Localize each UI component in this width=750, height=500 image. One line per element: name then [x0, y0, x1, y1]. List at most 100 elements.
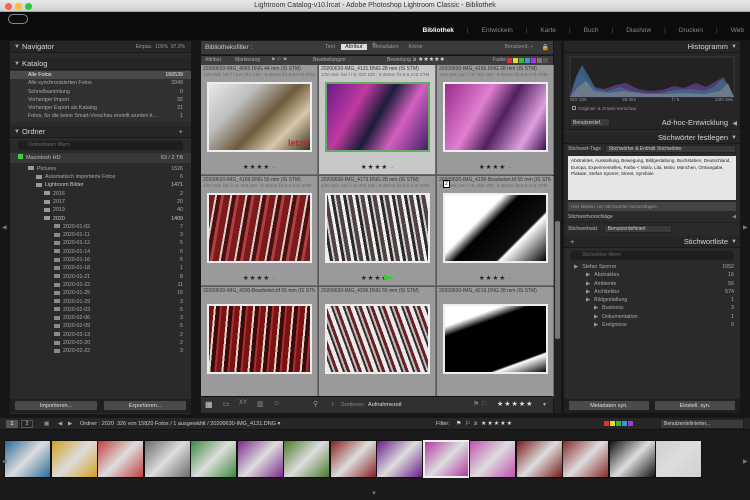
filmstrip-thumbnail[interactable]	[236, 440, 284, 478]
keyword-list-header[interactable]: + Stichwortliste ▼	[564, 236, 740, 248]
collapse-triangle-icon[interactable]: ▼	[731, 41, 737, 53]
filmstrip-thumbnail[interactable]	[329, 440, 377, 478]
module-diashow[interactable]: Diashow	[626, 27, 651, 34]
folder-row[interactable]: 2020-01-21 8	[10, 273, 191, 281]
color-label-chip[interactable]	[513, 58, 518, 63]
filmstrip-thumbnail[interactable]	[655, 440, 702, 478]
color-label-chip[interactable]	[525, 58, 530, 63]
rating-stars[interactable]: ★★★★ ·	[437, 163, 554, 171]
folder-row[interactable]: 2020 1409	[10, 215, 191, 223]
flag-filter[interactable]: Markierung	[235, 56, 260, 65]
grid-cell[interactable]: 20200630-IMG_4200-Bearbeitet.tif 55 mm (…	[201, 287, 318, 397]
color-label-chip[interactable]	[531, 58, 536, 63]
expand-triangle-icon[interactable]: ◀	[732, 211, 736, 223]
expand-triangle-icon[interactable]: ▶	[586, 297, 590, 303]
filmstrip-color-chips[interactable]	[604, 421, 633, 426]
keyword-suggestions-header[interactable]: Stichwortvorschläge ◀	[564, 211, 740, 223]
filter-tab-keine[interactable]: Keine	[405, 44, 427, 50]
module-entwickeln[interactable]: Entwickeln	[482, 27, 513, 34]
histogram-header[interactable]: Histogramm ▼	[564, 41, 740, 53]
volume-row[interactable]: Macintosh HD 63 / 2 TB	[10, 152, 191, 163]
color-label-chip[interactable]	[616, 421, 621, 426]
photo-thumbnail[interactable]: ▣ ◐	[325, 82, 430, 152]
close-window-icon[interactable]	[5, 3, 12, 10]
module-drucken[interactable]: Drucken	[679, 27, 703, 34]
folder-row[interactable]: 2020-01-22 11	[10, 281, 191, 289]
folder-row[interactable]: 2020-02-22 3	[10, 347, 191, 355]
keyword-list-item[interactable]: ▶ Bildgestaltung 1	[564, 296, 740, 304]
filmstrip-thumbnail[interactable]	[283, 440, 330, 478]
grid-mode-icon[interactable]: ▦	[44, 418, 49, 430]
expand-triangle-icon[interactable]: ▶	[594, 322, 598, 328]
filmstrip-thumbnail[interactable]	[143, 440, 191, 478]
filmstrip-thumbnail[interactable]	[97, 440, 144, 478]
navigator-header[interactable]: ▼ Navigator Einpas. 100% 97.2%	[10, 41, 191, 53]
spray-can-icon[interactable]: ⚲	[313, 400, 318, 408]
color-label-chips[interactable]	[507, 58, 548, 63]
folder-row[interactable]: 2020-01-18 1	[10, 264, 191, 272]
expand-triangle-icon[interactable]: ▶	[586, 272, 590, 278]
expand-triangle-icon[interactable]: ▶	[574, 264, 578, 270]
survey-view-icon[interactable]: ▥	[257, 400, 264, 408]
add-keyword-input[interactable]: Hier klicken, um Stichwörter hinzuzufüge…	[568, 202, 736, 211]
quick-develop-header[interactable]: Benutzerdef. Ad-hoc-Entwicklung ◀	[564, 116, 740, 130]
folder-row[interactable]: 2019 40	[10, 206, 191, 214]
keywording-header[interactable]: Stichwörter festlegen ▼	[564, 132, 740, 144]
filmstrip-thumbnail[interactable]	[608, 440, 656, 478]
color-label-chip[interactable]	[537, 58, 542, 63]
sort-direction-icon[interactable]: ↕	[331, 402, 334, 408]
left-panel-toggle-icon[interactable]: ◀	[2, 224, 7, 231]
top-panel-toggle-icon[interactable]: ▲	[371, 41, 377, 47]
filmstrip-thumbnail[interactable]	[4, 440, 51, 478]
module-bibliothek[interactable]: Bibliothek	[423, 27, 454, 34]
keyword-list-item[interactable]: ▶ Architektur 574	[564, 288, 740, 296]
folder-row[interactable]: 2020-01-12 5	[10, 239, 191, 247]
color-label-chip[interactable]	[622, 421, 627, 426]
filmstrip-filter-stars[interactable]: ⚑ ⚐ ≥ ★★★★★	[456, 418, 513, 430]
grid-scrollbar[interactable]	[554, 41, 561, 413]
photo-thumbnail[interactable]: ▣ ◐	[325, 193, 430, 263]
folder-row[interactable]: 2020-01-11 3	[10, 231, 191, 239]
filmstrip-thumbnail[interactable]	[469, 440, 516, 478]
export-button[interactable]: Exportieren...	[103, 400, 187, 411]
flag-toolbar-icons[interactable]: ⚑ ⚐	[473, 400, 488, 408]
module-karte[interactable]: Karte	[540, 27, 556, 34]
expand-triangle-icon[interactable]: ▶	[594, 305, 598, 311]
collapse-triangle-icon[interactable]: ▼	[14, 41, 20, 53]
photo-thumbnail[interactable]: ▣ ◐	[443, 82, 548, 152]
folder-row[interactable]: Lightroom Bilder 1471	[10, 181, 191, 189]
folder-row[interactable]: 2020-01-02 7	[10, 223, 191, 231]
filmstrip-thumbnail[interactable]	[562, 440, 609, 478]
rating-stars[interactable]: ★★★★ ·	[319, 163, 436, 171]
grid-cell[interactable]: 20200630-IMG_4206.DNG 55 mm (IS STM) ▣ ◐	[319, 287, 436, 397]
minimize-window-icon[interactable]	[15, 3, 22, 10]
filmstrip-toggle-icon[interactable]: ▼	[371, 491, 377, 497]
collapse-triangle-icon[interactable]: ▼	[731, 132, 737, 144]
current-file[interactable]: 20200630-IMG_4131.DNG ▾	[210, 421, 280, 427]
expand-triangle-icon[interactable]: ▶	[594, 314, 598, 320]
photo-thumbnail[interactable]: ▣ ◐	[207, 193, 312, 263]
sync-metadata-button[interactable]: Metadaten syn.	[568, 400, 650, 411]
folder-path[interactable]: Ordner : 2020	[80, 421, 114, 427]
keyword-filter-input[interactable]: Stichwörter filtern	[570, 251, 734, 260]
grid-cell[interactable]: 20200630-IMG_4065.DNG 44 mm (IS STM) 1/20…	[201, 65, 318, 175]
color-label-chip[interactable]	[543, 58, 548, 63]
rating-stars[interactable]: ★★★★ ·	[201, 163, 318, 171]
catalog-item[interactable]: Alle Fotos 166539	[10, 71, 191, 80]
keyword-tags-select[interactable]: Stichwörter & Enthält Stichwörter	[604, 145, 736, 153]
page-2-button[interactable]: 2	[21, 420, 33, 428]
stack-badge[interactable]: 2	[443, 180, 450, 188]
forward-arrow-icon[interactable]: ▶	[68, 418, 72, 430]
maximize-window-icon[interactable]	[25, 3, 32, 10]
folder-row[interactable]: Automatisch importierte Fotos 6	[10, 173, 191, 181]
filmstrip-right-icon[interactable]: ▶	[743, 458, 748, 465]
color-label-chip[interactable]	[604, 421, 609, 426]
filter-tab-attribut[interactable]: Attribut	[341, 44, 367, 50]
sync-settings-button[interactable]: Einstell. syn.	[654, 400, 736, 411]
collapse-triangle-icon[interactable]: ▼	[14, 58, 20, 70]
color-label-chip[interactable]	[384, 276, 391, 279]
folder-row[interactable]: 2020-01-25 15	[10, 289, 191, 297]
expand-triangle-icon[interactable]: ▶	[586, 289, 590, 295]
photo-thumbnail[interactable]: ▣ ◐	[207, 304, 312, 374]
keyword-list-item[interactable]: ▶ Ambiente 56	[564, 280, 740, 288]
